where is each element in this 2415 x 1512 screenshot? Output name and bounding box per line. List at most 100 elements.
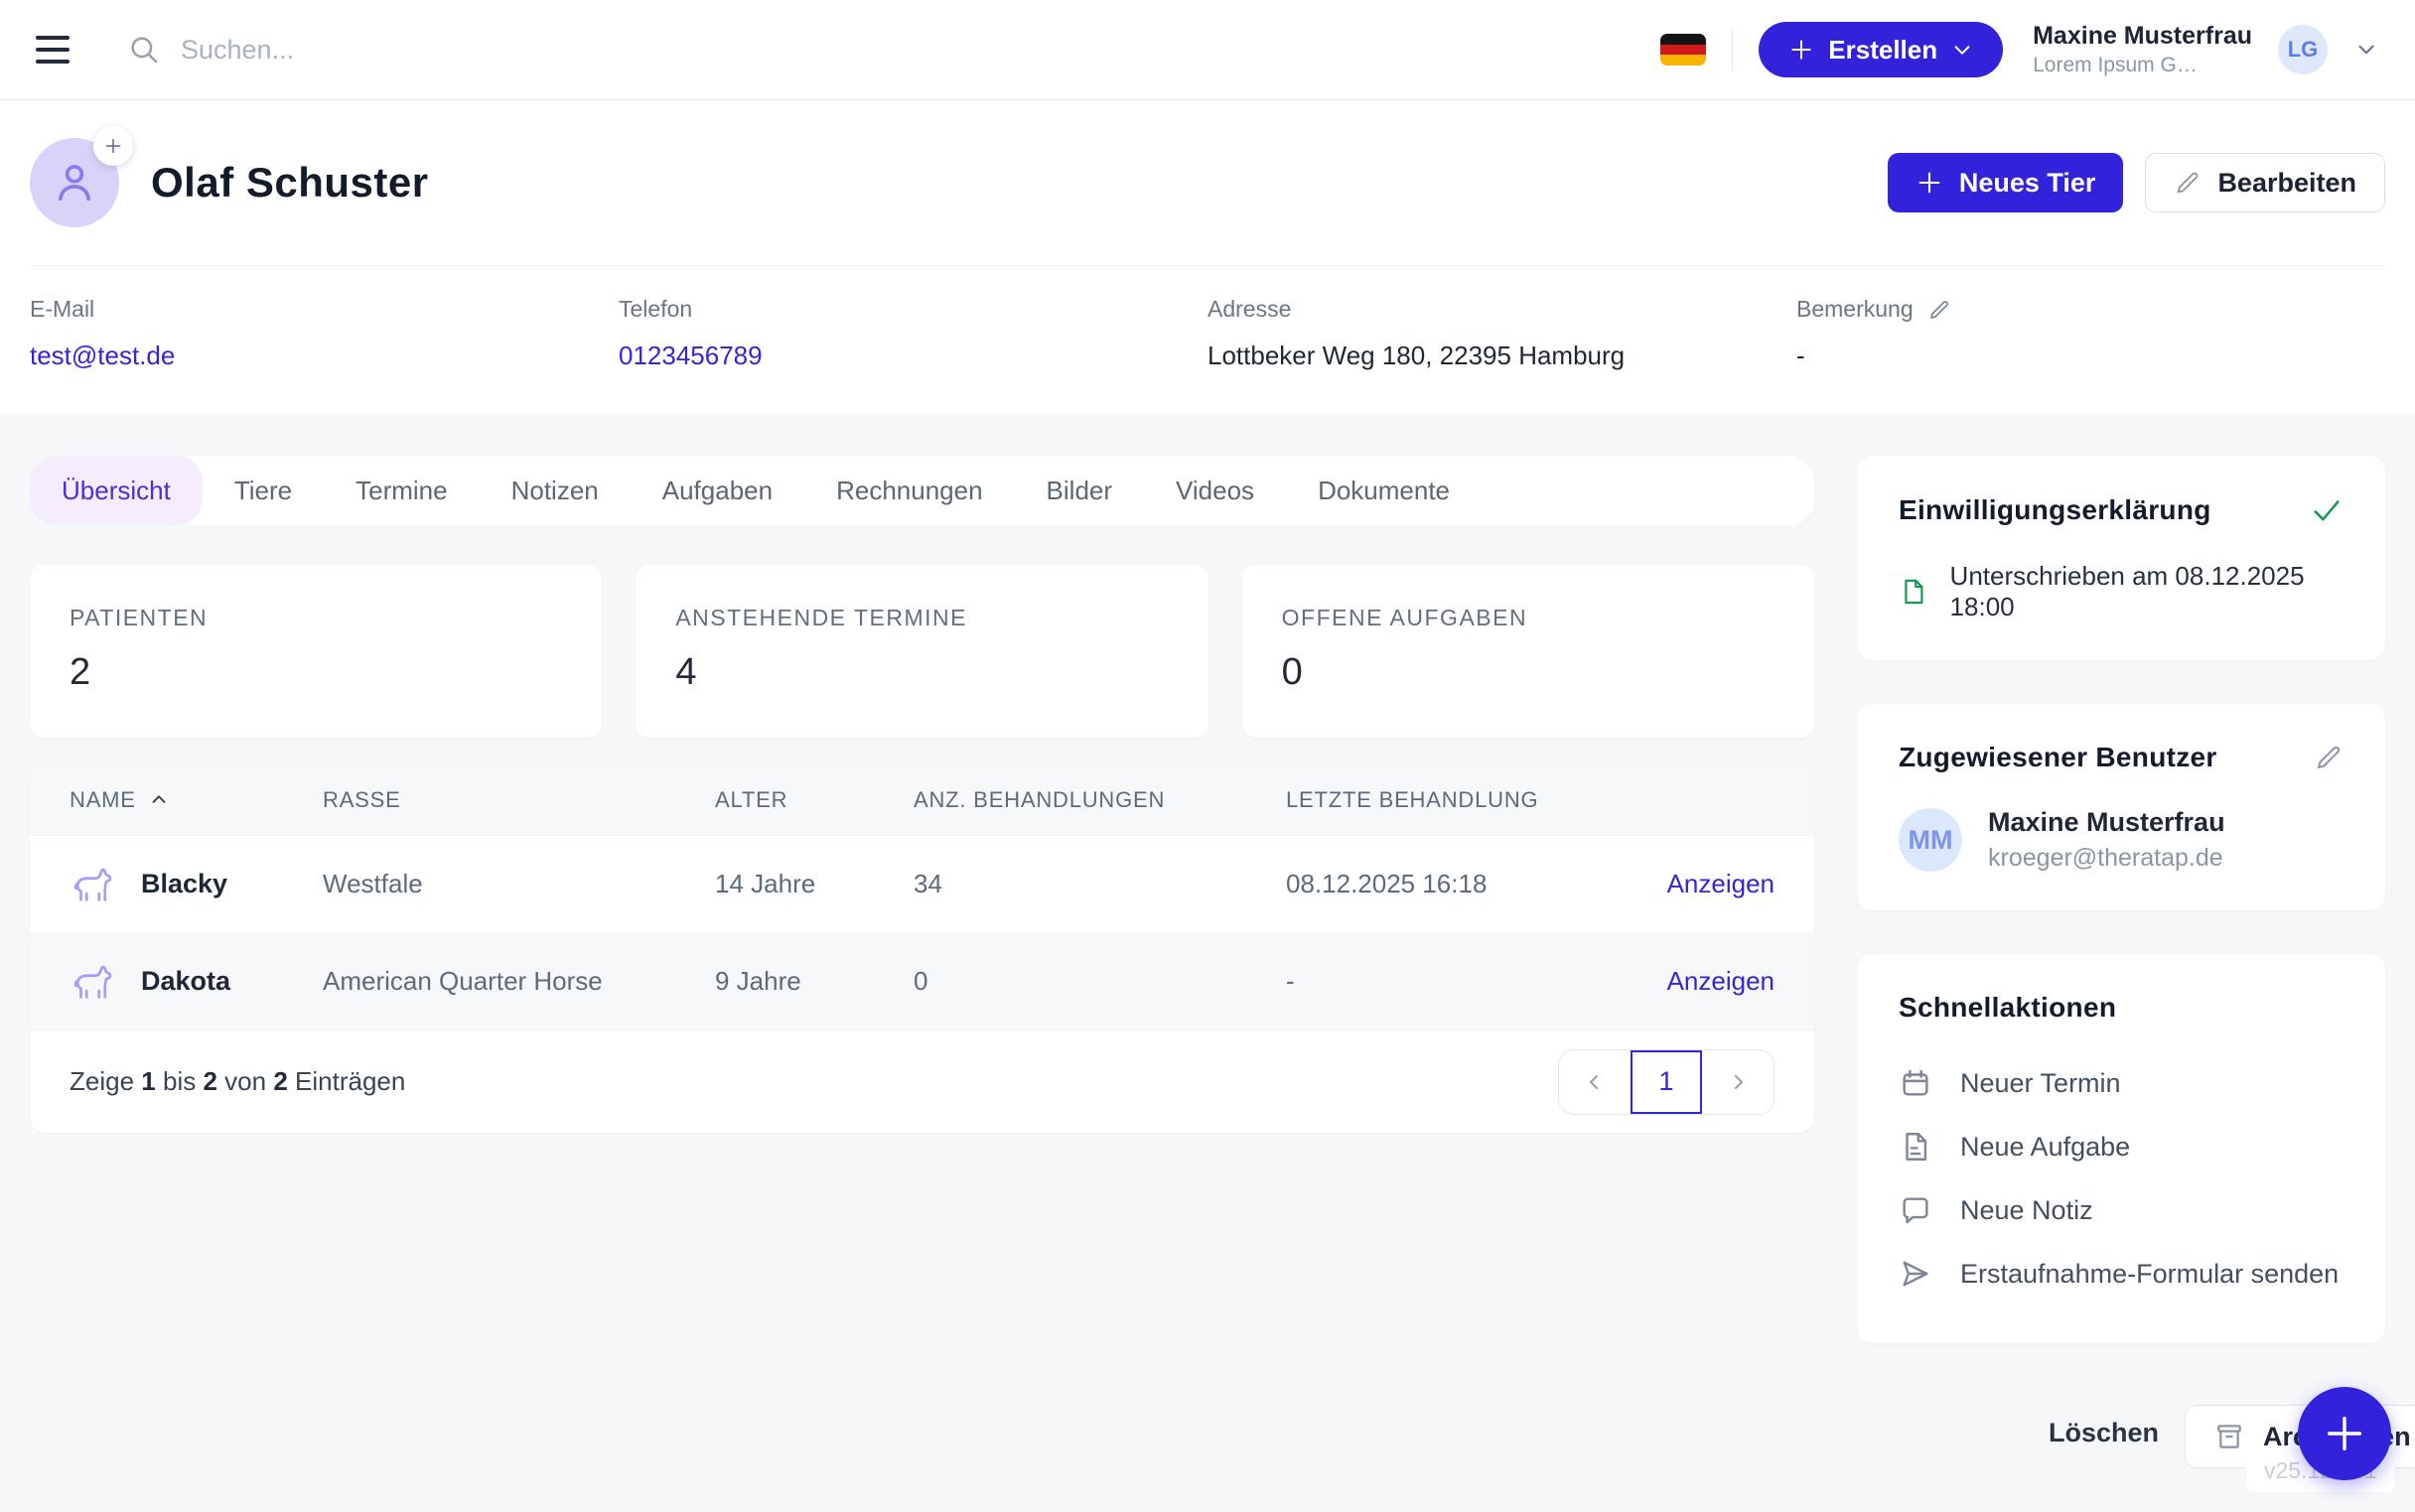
quick-action-label: Neuer Termin (1960, 1068, 2121, 1099)
horse-icon (70, 959, 115, 1005)
column-header-rasse[interactable]: RASSE (323, 787, 715, 813)
erstellen-button[interactable]: Erstellen (1759, 22, 2003, 77)
stat-label: OFFENE AUFGABEN (1282, 605, 1775, 631)
contact-field-email: E-Mail test@test.de (30, 296, 619, 371)
email-link[interactable]: test@test.de (30, 341, 619, 371)
next-page-button[interactable] (1702, 1050, 1774, 1114)
fab-add-button[interactable] (2298, 1387, 2391, 1480)
assigned-user-name: Maxine Musterfrau (1988, 807, 2225, 838)
patient-header: Olaf Schuster Neues Tier Bearbeiten E-Ma… (0, 100, 2415, 415)
field-label: Telefon (619, 296, 1208, 323)
consent-card: Einwilligungserklärung Unterschrieben am… (1857, 456, 2385, 660)
chevron-down-icon (1951, 39, 1973, 61)
pet-letzte-behandlung: - (1286, 966, 1295, 997)
neues-tier-label: Neues Tier (1959, 168, 2096, 199)
tab-tiere[interactable]: Tiere (203, 456, 324, 525)
menu-icon[interactable] (36, 28, 79, 71)
erstellen-label: Erstellen (1828, 35, 1937, 66)
field-label: Bemerkung (1796, 296, 1914, 323)
page: Erstellen Maxine Musterfrau Lorem Ipsum … (0, 0, 2415, 1512)
anzeigen-link[interactable]: Anzeigen (1667, 869, 1775, 899)
tab-rechnungen[interactable]: Rechnungen (804, 456, 1014, 525)
assigned-user-row: MM Maxine Musterfrau kroeger@theratap.de (1899, 807, 2344, 873)
tab-videos[interactable]: Videos (1144, 456, 1286, 525)
pet-behandlungen: 0 (914, 966, 1286, 997)
pencil-icon[interactable] (2314, 743, 2344, 772)
table-header: NAME RASSE ALTER ANZ. BEHANDLUNGEN LETZT… (30, 765, 1814, 835)
quick-actions-card: Schnellaktionen Neuer Termin Neue Aufgab… (1857, 954, 2385, 1343)
assigned-user-email: kroeger@theratap.de (1988, 844, 2225, 873)
user-avatar[interactable]: LG (2278, 25, 2328, 74)
tab-uebersicht[interactable]: Übersicht (30, 456, 203, 525)
file-icon (1899, 576, 1928, 608)
pet-letzte-behandlung: 08.12.2025 16:18 (1286, 869, 1487, 899)
consent-status-text: Unterschrieben am 08.12.2025 18:00 (1950, 561, 2344, 622)
assigned-user-title: Zugewiesener Benutzer (1899, 742, 2217, 773)
topbar: Erstellen Maxine Musterfrau Lorem Ipsum … (0, 0, 2415, 100)
phone-link[interactable]: 0123456789 (619, 341, 1208, 371)
pet-behandlungen: 34 (914, 869, 1286, 899)
neues-tier-button[interactable]: Neues Tier (1888, 153, 2124, 212)
topbar-right: Erstellen Maxine Musterfrau Lorem Ipsum … (1660, 21, 2379, 78)
tab-aufgaben[interactable]: Aufgaben (631, 456, 804, 525)
quick-action-label: Erstaufnahme-Formular senden (1960, 1259, 2339, 1290)
plus-icon (1916, 169, 1943, 197)
column-header-alter[interactable]: ALTER (715, 787, 914, 813)
field-label: E-Mail (30, 296, 619, 323)
language-flag-icon[interactable] (1660, 34, 1706, 66)
current-page-button[interactable]: 1 (1631, 1050, 1702, 1114)
anzeigen-link[interactable]: Anzeigen (1667, 966, 1775, 997)
archive-icon (2213, 1421, 2245, 1452)
stat-value: 4 (675, 651, 1168, 694)
calendar-icon (1899, 1066, 1932, 1100)
contact-field-bemerkung: Bemerkung - (1796, 296, 2385, 371)
table-row[interactable]: Blacky Westfale 14 Jahre 34 08.12.2025 1… (30, 835, 1814, 932)
quick-action-neue-aufgabe[interactable]: Neue Aufgabe (1899, 1115, 2344, 1178)
tab-notizen[interactable]: Notizen (480, 456, 631, 525)
chevron-down-icon[interactable] (2353, 37, 2379, 63)
quick-action-erstaufnahme-formular[interactable]: Erstaufnahme-Formular senden (1899, 1242, 2344, 1306)
quick-action-label: Neue Aufgabe (1960, 1132, 2130, 1163)
pet-alter: 9 Jahre (715, 966, 914, 997)
column-header-letzte-behandlung[interactable]: LETZTE BEHANDLUNG (1286, 787, 1775, 813)
stat-cards: PATIENTEN 2 ANSTEHENDE TERMINE 4 OFFENE … (30, 565, 1814, 738)
stat-value: 2 (70, 651, 562, 694)
plus-icon (1788, 37, 1814, 63)
tab-dokumente[interactable]: Dokumente (1286, 456, 1482, 525)
column-header-name[interactable]: NAME (70, 787, 323, 813)
add-photo-button[interactable] (93, 126, 133, 166)
patient-avatar (30, 138, 119, 227)
pencil-icon[interactable] (1927, 298, 1951, 322)
pet-alter: 14 Jahre (715, 869, 914, 899)
loeschen-button[interactable]: Löschen (2049, 1418, 2159, 1448)
bearbeiten-button[interactable]: Bearbeiten (2145, 153, 2385, 212)
user-menu[interactable]: Maxine Musterfrau Lorem Ipsum G… (2033, 21, 2252, 78)
search-input[interactable] (181, 35, 777, 66)
pet-rasse: Westfale (323, 869, 715, 899)
pet-name: Dakota (141, 966, 230, 997)
prev-page-button[interactable] (1559, 1050, 1631, 1114)
horse-icon (70, 862, 115, 907)
patients-table: NAME RASSE ALTER ANZ. BEHANDLUNGEN LETZT… (30, 765, 1814, 1133)
note-icon (1899, 1193, 1932, 1227)
consent-title: Einwilligungserklärung (1899, 494, 2211, 526)
stat-label: ANSTEHENDE TERMINE (675, 605, 1168, 631)
contact-field-adresse: Adresse Lottbeker Weg 180, 22395 Hamburg (1208, 296, 1796, 371)
column-header-behandlungen[interactable]: ANZ. BEHANDLUNGEN (914, 787, 1286, 813)
stat-offene-aufgaben: OFFENE AUFGABEN 0 (1242, 565, 1814, 738)
pagination: 1 (1558, 1049, 1775, 1115)
quick-action-neuer-termin[interactable]: Neuer Termin (1899, 1051, 2344, 1115)
table-footer: Zeige 1 bis 2 von 2 Einträgen 1 (30, 1030, 1814, 1133)
stat-value: 0 (1282, 651, 1775, 694)
chevron-right-icon (1726, 1070, 1750, 1094)
tab-bilder[interactable]: Bilder (1015, 456, 1144, 525)
plus-icon (102, 135, 124, 157)
quick-action-neue-notiz[interactable]: Neue Notiz (1899, 1178, 2344, 1242)
pet-name: Blacky (141, 869, 227, 899)
tab-termine[interactable]: Termine (324, 456, 479, 525)
consent-status[interactable]: Unterschrieben am 08.12.2025 18:00 (1899, 561, 2344, 622)
tabs: Übersicht Tiere Termine Notizen Aufgaben… (30, 456, 1814, 525)
user-org: Lorem Ipsum G… (2033, 53, 2252, 78)
table-row[interactable]: Dakota American Quarter Horse 9 Jahre 0 … (30, 932, 1814, 1030)
stat-anstehende-termine: ANSTEHENDE TERMINE 4 (636, 565, 1208, 738)
